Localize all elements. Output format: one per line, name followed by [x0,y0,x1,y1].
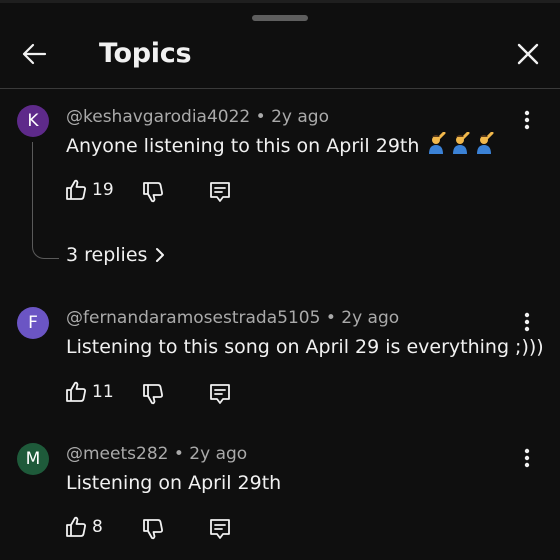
avatar-letter: M [25,449,41,469]
person-raising-hand-icon [453,132,470,154]
like-count: 11 [92,382,114,402]
meta-separator: • [173,444,184,464]
top-border [0,0,560,3]
like-count: 19 [92,180,114,200]
like-button[interactable]: 19 [64,178,114,202]
header-divider [0,88,560,89]
thumbs-down-icon [143,384,163,405]
dislike-button[interactable] [141,517,165,541]
reply-button[interactable] [208,517,232,541]
comment-time: 2y ago [271,107,329,127]
reply-button[interactable] [208,180,232,204]
back-button[interactable] [18,38,50,70]
like-button[interactable]: 11 [64,380,114,404]
view-replies-button[interactable]: 3 replies [66,244,169,266]
close-button[interactable] [512,38,544,70]
thumbs-up-icon [66,381,86,402]
comment-text: Anyone listening to this on April 29th [66,132,497,159]
chevron-right-icon [156,248,165,262]
comment-text-content: Anyone listening to this on April 29th [66,135,420,157]
more-options-button[interactable] [516,311,538,333]
dislike-button[interactable] [141,180,165,204]
thumbs-up-icon [66,179,86,200]
comment-meta: @fernandaramosestrada5105 • 2y ago [66,307,399,329]
avatar-letter: F [28,313,38,333]
reply-thread-line [32,142,59,259]
more-options-button[interactable] [516,109,538,131]
comment-text: Listening on April 29th [66,472,282,494]
comment-icon [210,519,230,539]
arrow-left-icon [22,43,47,65]
page-title: Topics [99,38,192,69]
emoji-group [425,132,497,157]
comment-author[interactable]: @meets282 [66,444,168,464]
panel-header: Topics [0,26,560,88]
like-button[interactable]: 8 [64,515,103,539]
more-vert-icon [524,110,530,130]
more-vert-icon [524,448,530,468]
avatar-letter: K [27,111,39,131]
more-options-button[interactable] [516,447,538,469]
comment-author[interactable]: @keshavgarodia4022 [66,107,250,127]
comment-time: 2y ago [189,444,248,464]
comment-author[interactable]: @fernandaramosestrada5105 [66,308,320,328]
thumbs-up-icon [66,516,86,537]
replies-label: 3 replies [66,244,148,266]
meta-separator: • [325,308,336,328]
thumbs-down-icon [143,519,163,540]
reply-button[interactable] [208,382,232,406]
meta-separator: • [255,107,266,127]
avatar[interactable]: K [17,105,49,137]
drag-handle[interactable] [252,15,308,21]
person-raising-hand-icon [477,132,494,154]
comment-meta: @meets282 • 2y ago [66,443,247,465]
comment-text: Listening to this song on April 29 is ev… [66,336,544,358]
comment-meta: @keshavgarodia4022 • 2y ago [66,106,329,128]
comment-icon [210,182,230,202]
close-icon [517,43,539,65]
dislike-button[interactable] [141,382,165,406]
person-raising-hand-icon [429,132,446,154]
avatar[interactable]: F [17,307,49,339]
avatar[interactable]: M [17,443,49,475]
comment-icon [210,384,230,404]
more-vert-icon [524,312,530,332]
comment-time: 2y ago [341,308,400,328]
like-count: 8 [92,517,103,537]
thumbs-down-icon [143,182,163,203]
